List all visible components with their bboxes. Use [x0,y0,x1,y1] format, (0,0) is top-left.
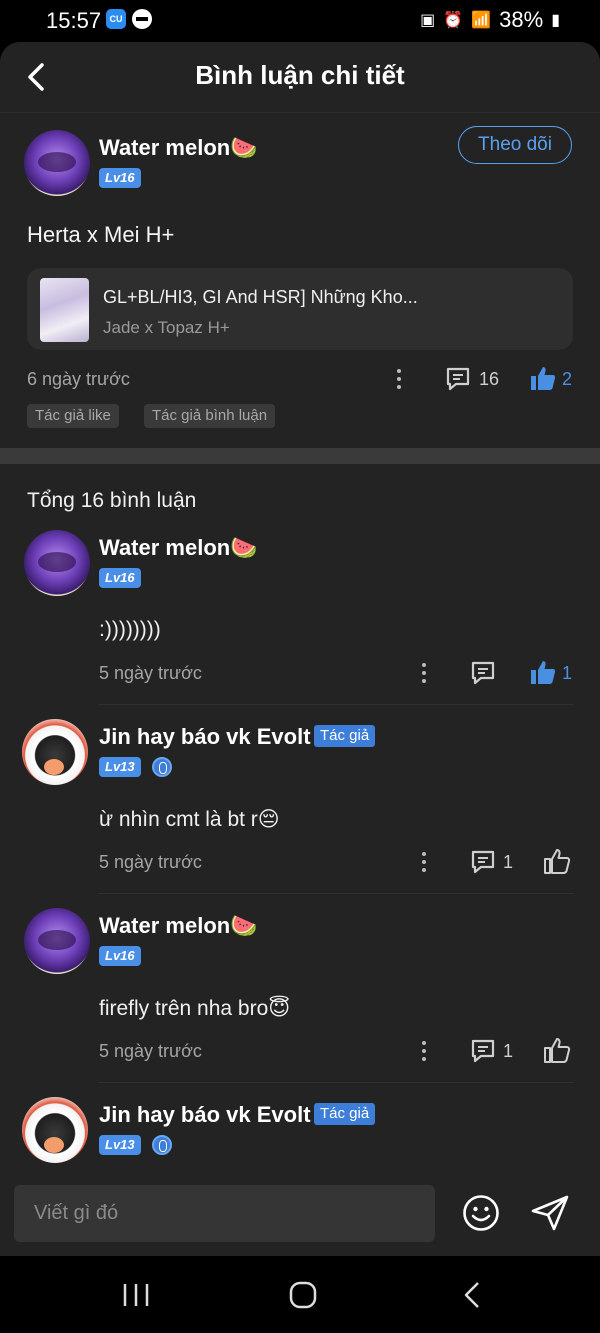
comments-total: Tổng 16 bình luận [27,489,197,512]
home-icon[interactable] [289,1281,317,1309]
story-subtitle: Jade x Topaz H+ [103,318,230,337]
comment-detail-screen: Bình luận chi tiết Water melon🍉 Lv16 The… [0,42,600,1256]
sim-icon: ▣ [420,12,436,29]
status-bar: 15:57 CU ▣ ⏰ 📶 38% ▮ [0,0,600,42]
like-filled-icon[interactable] [529,364,557,392]
comment-separator [99,893,573,894]
comment-input[interactable]: Viết gì đó [14,1185,435,1242]
page-title: Bình luận chi tiết [195,60,405,90]
system-back-icon[interactable] [462,1280,482,1310]
comment-author-name[interactable]: Jin hay báo vk Evolt [99,724,311,750]
avatar[interactable] [24,130,90,196]
level-badge: Lv13 [99,757,141,777]
comment-text: firefly trên nha bro😇 [99,997,291,1020]
story-title: GL+BL/HI3, GI And HSR] Những Kho... [103,287,418,307]
comment-time: 5 ngày trước [99,1041,202,1061]
level-badge: Lv13 [99,1135,141,1155]
level-badge: Lv16 [99,568,141,588]
comment-author-name[interactable]: Jin hay báo vk Evolt [99,1102,311,1128]
follow-button[interactable]: Theo dõi [458,126,572,164]
more-options-icon[interactable] [397,368,401,390]
medal-badge-icon [152,757,172,777]
system-nav-bar [0,1256,600,1333]
level-badge: Lv16 [99,168,141,188]
comment-author-name[interactable]: Water melon🍉 [99,535,258,561]
battery-percent: 38% [499,7,544,32]
post-time: 6 ngày trước [27,369,130,389]
post-author-name[interactable]: Water melon🍉 [99,135,258,161]
alarm-icon: ⏰ [443,12,464,29]
comment-icon[interactable] [445,366,471,392]
author-tag: Tác giả [314,1103,376,1125]
comment-time: 5 ngày trước [99,852,202,872]
comment-input-bar: Viết gì đó [0,1168,600,1256]
avatar[interactable] [24,908,90,974]
more-options-icon[interactable] [422,1040,426,1062]
more-options-icon[interactable] [422,851,426,873]
like-outline-icon[interactable] [543,1036,571,1064]
comment-separator [99,704,573,705]
comment-text: ừ nhìn cmt là bt r😔 [99,808,280,831]
story-thumbnail [40,278,89,342]
avatar[interactable] [22,719,88,785]
referenced-story-card[interactable]: GL+BL/HI3, GI And HSR] Những Kho... Jade… [27,268,573,350]
avatar[interactable] [22,1097,88,1163]
comment-reply-count: 1 [503,1041,514,1061]
author-tag: Tác giả [314,725,376,747]
top-bar: Bình luận chi tiết [0,42,600,113]
more-options-icon[interactable] [422,662,426,684]
battery-icon: ▮ [551,12,560,29]
comment-reply-count: 1 [503,852,514,872]
do-not-disturb-icon [132,9,152,29]
section-divider [0,448,600,464]
post-like-count: 2 [562,369,573,389]
comment-like-count: 1 [562,663,573,683]
comment-time: 5 ngày trước [99,663,202,683]
comment-separator [99,1082,573,1083]
wifi-icon: 📶 [471,12,492,29]
status-time: 15:57 [46,8,102,33]
send-icon[interactable] [530,1194,570,1232]
like-outline-icon[interactable] [543,847,571,875]
level-badge: Lv16 [99,946,141,966]
like-filled-icon[interactable] [529,658,557,686]
app-notification-icon: CU [106,9,126,29]
comment-author-name[interactable]: Water melon🍉 [99,913,258,939]
avatar[interactable] [24,530,90,596]
reply-icon[interactable] [470,1038,496,1064]
emoji-icon[interactable] [462,1194,500,1232]
comment-text: :)))))))) [99,618,161,641]
reply-icon[interactable] [470,660,496,686]
post-text: Herta x Mei H+ [27,222,175,247]
tag-author-comment: Tác giả bình luận [144,404,276,428]
tag-author-like: Tác giả like [27,404,119,428]
post-comment-count: 16 [479,369,500,389]
medal-badge-icon [152,1135,172,1155]
reply-icon[interactable] [470,849,496,875]
recent-apps-icon[interactable] [122,1282,150,1308]
